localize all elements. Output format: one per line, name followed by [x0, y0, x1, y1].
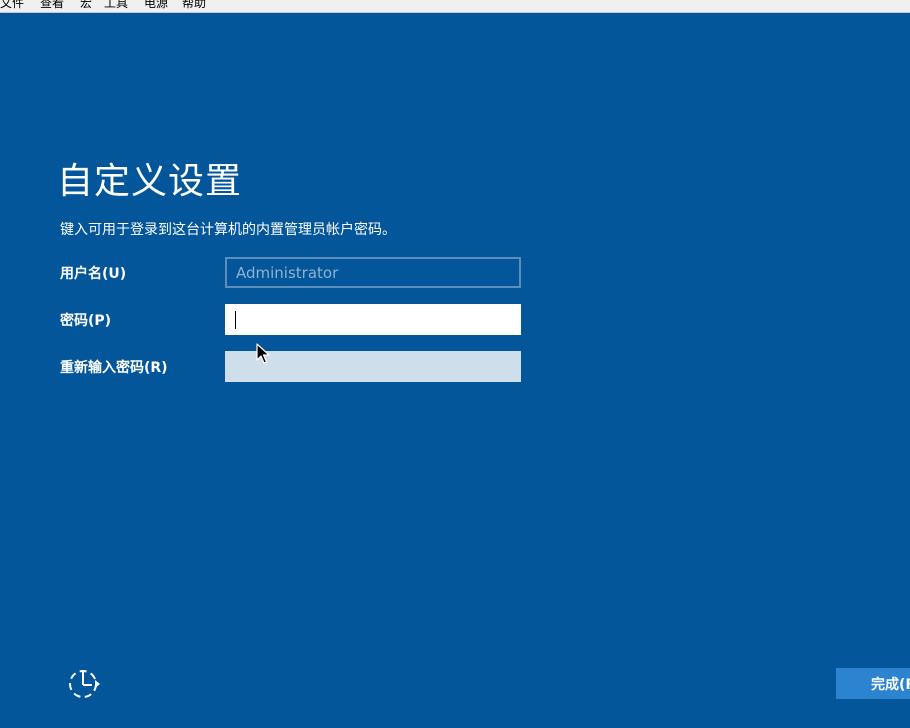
- mouse-pointer-icon: [256, 343, 270, 364]
- username-field: [225, 257, 521, 288]
- menu-tools[interactable]: 工具: [104, 0, 128, 11]
- confirm-password-label: 重新输入密码(R): [60, 360, 168, 376]
- username-label: 用户名(U): [60, 266, 127, 282]
- menu-file[interactable]: 文件: [0, 0, 24, 11]
- menu-view[interactable]: 查看: [40, 0, 64, 11]
- password-field[interactable]: [225, 304, 521, 335]
- ease-of-access-icon[interactable]: [66, 668, 102, 700]
- menu-bar: 文件 查看 宏 工具 电源 帮助: [0, 0, 910, 13]
- finish-button[interactable]: 完成(F): [836, 668, 910, 699]
- password-label: 密码(P): [60, 313, 112, 329]
- menu-macro[interactable]: 宏: [80, 0, 92, 11]
- page-description: 键入可用于登录到这台计算机的内置管理员帐户密码。: [60, 222, 396, 238]
- text-caret: [235, 311, 236, 329]
- page-title: 自定义设置: [57, 161, 243, 202]
- menu-help[interactable]: 帮助: [182, 0, 206, 11]
- menu-power[interactable]: 电源: [144, 0, 168, 11]
